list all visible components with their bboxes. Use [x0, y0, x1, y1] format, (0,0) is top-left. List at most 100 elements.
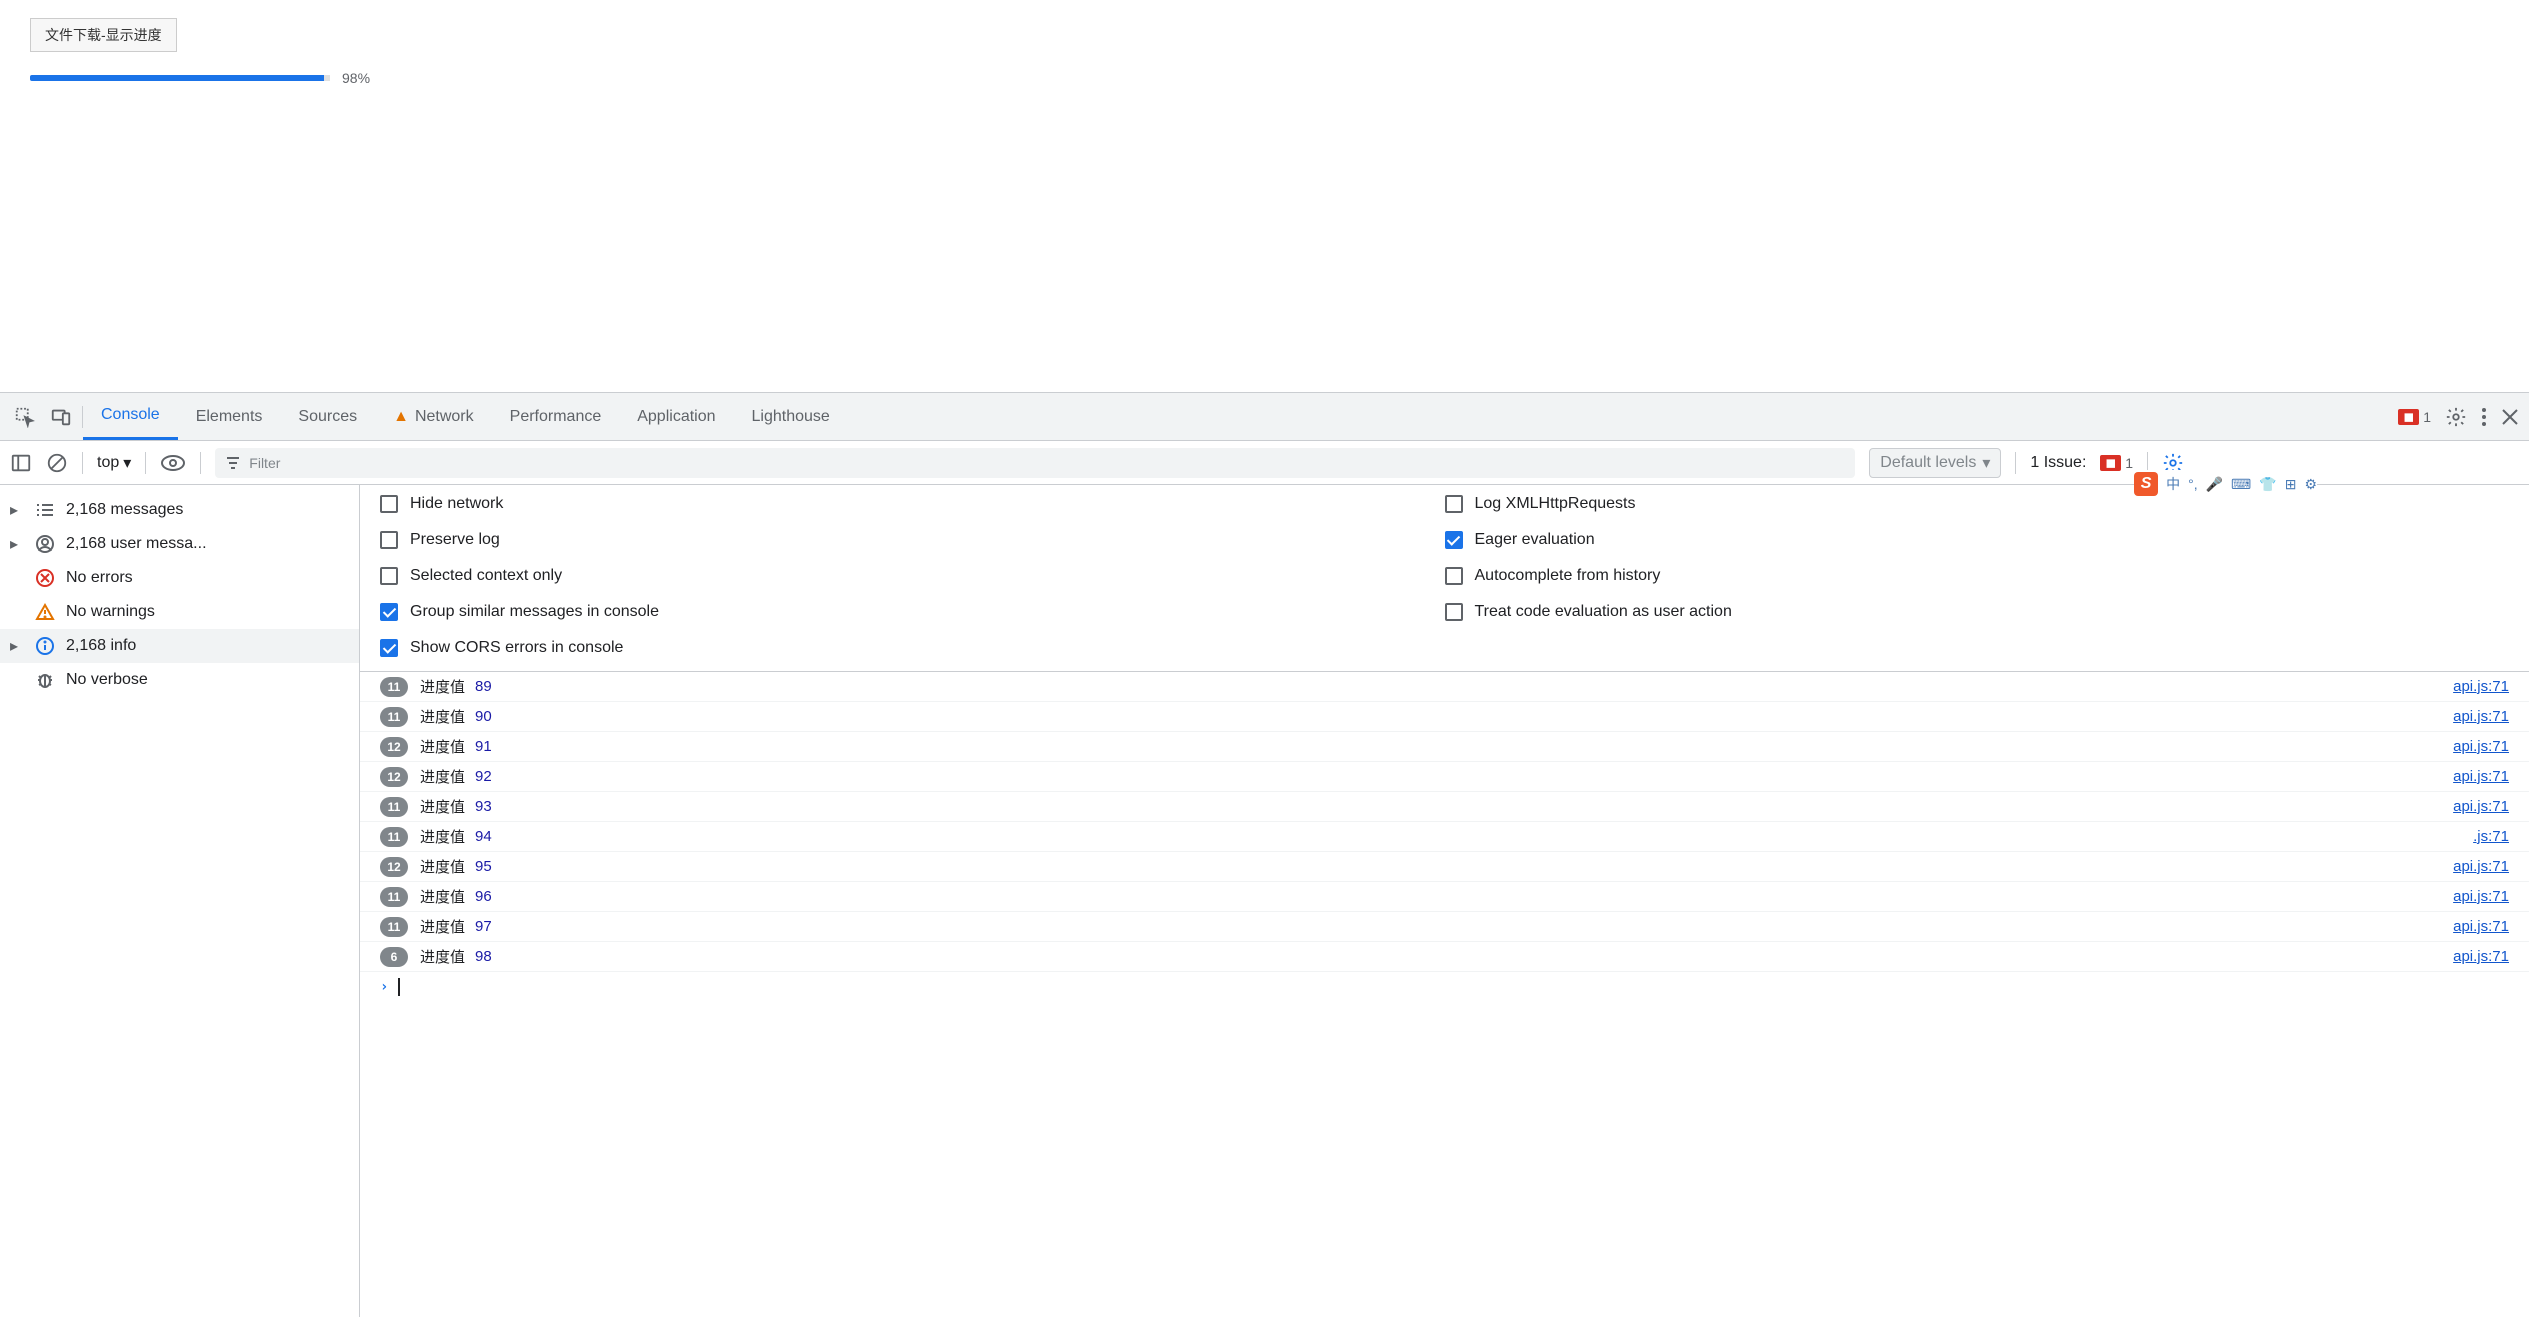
settings-icon[interactable]: [2445, 406, 2467, 428]
log-levels-selector[interactable]: Default levels▾: [1869, 448, 2001, 478]
sidebar-toggle-icon[interactable]: [10, 452, 32, 474]
log-source-link[interactable]: .js:71: [2473, 828, 2509, 845]
log-label: 进度值: [420, 886, 465, 907]
log-label: 进度值: [420, 706, 465, 727]
ime-settings-icon[interactable]: ⚙: [2304, 485, 2317, 493]
log-row[interactable]: 11进度值96api.js:71: [360, 882, 2529, 912]
sidebar-item-messages[interactable]: ▸ 2,168 messages: [0, 493, 359, 527]
log-row[interactable]: 11进度值89api.js:71: [360, 672, 2529, 702]
user-icon: [34, 533, 56, 555]
option-group-similar[interactable]: Group similar messages in console: [380, 603, 1445, 621]
option-autocomplete[interactable]: Autocomplete from history: [1445, 567, 2510, 585]
log-source-link[interactable]: api.js:71: [2453, 948, 2509, 965]
log-source-link[interactable]: api.js:71: [2453, 798, 2509, 815]
option-show-cors[interactable]: Show CORS errors in console: [380, 639, 1445, 657]
option-selected-context[interactable]: Selected context only: [380, 567, 1445, 585]
tab-performance[interactable]: Performance: [492, 393, 620, 440]
log-source-link[interactable]: api.js:71: [2453, 858, 2509, 875]
ime-keyboard-icon[interactable]: ⌨: [2231, 485, 2251, 493]
sidebar-item-info[interactable]: ▸ 2,168 info: [0, 629, 359, 663]
filter-input[interactable]: Filter: [215, 448, 1855, 478]
log-value: 98: [475, 948, 492, 965]
ime-toolbox-icon[interactable]: ⊞: [2285, 485, 2297, 493]
devtools-tabbar: Console Elements Sources ▲Network Perfor…: [0, 393, 2529, 441]
ime-toolbar[interactable]: S 中 °, 🎤 ⌨ 👕 ⊞ ⚙: [2134, 485, 2317, 498]
inspect-icon[interactable]: [10, 402, 40, 432]
log-label: 进度值: [420, 826, 465, 847]
ime-punct-icon[interactable]: °,: [2188, 485, 2198, 492]
log-value: 90: [475, 708, 492, 725]
context-selector[interactable]: top▾: [97, 453, 131, 473]
checkbox[interactable]: [380, 495, 398, 513]
log-row[interactable]: 11进度值90api.js:71: [360, 702, 2529, 732]
log-count-badge: 12: [380, 737, 408, 757]
log-value: 91: [475, 738, 492, 755]
live-expression-icon[interactable]: [160, 454, 186, 472]
checkbox[interactable]: [380, 639, 398, 657]
log-count-badge: 11: [380, 917, 408, 937]
log-label: 进度值: [420, 766, 465, 787]
option-preserve-log[interactable]: Preserve log: [380, 531, 1445, 549]
sidebar-item-user-messages[interactable]: ▸ 2,168 user messa...: [0, 527, 359, 561]
sidebar-item-errors[interactable]: No errors: [0, 561, 359, 595]
option-eager-eval[interactable]: Eager evaluation: [1445, 531, 2510, 549]
chevron-down-icon: ▾: [1982, 453, 1990, 473]
tab-console[interactable]: Console: [83, 393, 178, 440]
device-toggle-icon[interactable]: [46, 402, 76, 432]
checkbox[interactable]: [1445, 495, 1463, 513]
tab-sources[interactable]: Sources: [280, 393, 375, 440]
log-count-badge: 11: [380, 887, 408, 907]
log-source-link[interactable]: api.js:71: [2453, 678, 2509, 695]
checkbox[interactable]: [1445, 603, 1463, 621]
log-row[interactable]: 6进度值98api.js:71: [360, 942, 2529, 972]
chevron-right-icon: ▸: [10, 500, 24, 520]
errors-indicator[interactable]: ◼1: [2398, 409, 2431, 425]
download-button[interactable]: 文件下载-显示进度: [30, 18, 177, 52]
log-source-link[interactable]: api.js:71: [2453, 888, 2509, 905]
ime-lang-icon[interactable]: 中: [2166, 485, 2180, 494]
log-row[interactable]: 11进度值97api.js:71: [360, 912, 2529, 942]
ime-mic-icon[interactable]: 🎤: [2206, 485, 2223, 493]
sogou-logo-icon[interactable]: S: [2134, 485, 2158, 496]
separator: [145, 452, 146, 474]
error-badge-icon: ◼: [2398, 409, 2419, 425]
log-label: 进度值: [420, 916, 465, 937]
log-source-link[interactable]: api.js:71: [2453, 738, 2509, 755]
tab-elements[interactable]: Elements: [178, 393, 281, 440]
log-row[interactable]: 11进度值94.js:71: [360, 822, 2529, 852]
sidebar-item-warnings[interactable]: No warnings: [0, 595, 359, 629]
log-source-link[interactable]: api.js:71: [2453, 768, 2509, 785]
list-icon: [34, 499, 56, 521]
progress-bar: [30, 75, 330, 81]
tab-network[interactable]: ▲Network: [375, 393, 492, 440]
console-log-area[interactable]: 11 进度值 89 api.js:71 11 进度值 90 api.js:71 12 进度值 91 a…: [360, 672, 2529, 1317]
console-prompt[interactable]: ›: [360, 972, 2529, 1002]
close-icon[interactable]: [2501, 408, 2519, 426]
issue-indicator[interactable]: ◼1: [2100, 455, 2133, 471]
separator: [82, 452, 83, 474]
log-source-link[interactable]: api.js:71: [2453, 918, 2509, 935]
checkbox[interactable]: [380, 603, 398, 621]
log-row[interactable]: 11进度值93api.js:71: [360, 792, 2529, 822]
tab-lighthouse[interactable]: Lighthouse: [734, 393, 848, 440]
clear-console-icon[interactable]: [46, 452, 68, 474]
log-count-badge: 6: [380, 947, 408, 967]
sidebar-item-verbose[interactable]: No verbose: [0, 663, 359, 697]
option-log-xhr[interactable]: Log XMLHttpRequests: [1445, 495, 2510, 513]
log-row[interactable]: 12进度值92api.js:71: [360, 762, 2529, 792]
log-row[interactable]: 12进度值95api.js:71: [360, 852, 2529, 882]
checkbox[interactable]: [380, 531, 398, 549]
log-value: 89: [475, 678, 492, 695]
checkbox[interactable]: [1445, 567, 1463, 585]
checkbox[interactable]: [1445, 531, 1463, 549]
option-hide-network[interactable]: Hide network: [380, 495, 1445, 513]
checkbox[interactable]: [380, 567, 398, 585]
kebab-icon[interactable]: [2481, 406, 2487, 428]
log-row[interactable]: 12进度值91api.js:71: [360, 732, 2529, 762]
console-main: Hide network Preserve log Selected conte…: [360, 485, 2529, 1317]
warning-icon: [34, 601, 56, 623]
tab-application[interactable]: Application: [619, 393, 733, 440]
option-treat-code[interactable]: Treat code evaluation as user action: [1445, 603, 2510, 621]
log-source-link[interactable]: api.js:71: [2453, 708, 2509, 725]
ime-skin-icon[interactable]: 👕: [2259, 485, 2276, 493]
